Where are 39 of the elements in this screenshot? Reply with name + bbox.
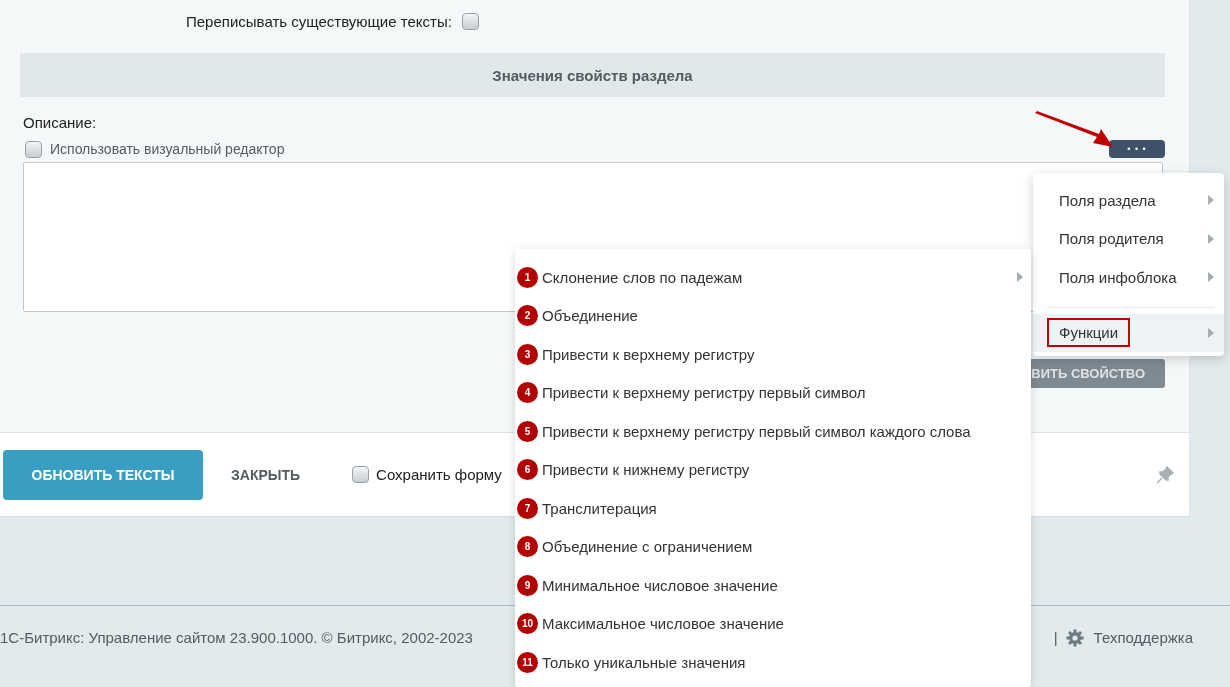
number-badge: 8: [517, 536, 538, 558]
section-header: Значения свойств раздела: [20, 53, 1165, 97]
checkbox[interactable]: [352, 466, 370, 483]
checkbox[interactable]: [25, 140, 42, 158]
menu-item[interactable]: 5 Привести к верхнему регистру первый символ каждого слова: [515, 412, 1031, 451]
support-link[interactable]: Техподдержка: [1093, 629, 1193, 646]
menu-item[interactable]: 1 Склонение слов по падежам: [515, 258, 1031, 297]
number-badge: 1: [517, 266, 538, 288]
number-badge: 9: [517, 574, 538, 596]
number-badge: 7: [517, 497, 538, 519]
more-button[interactable]: • • •: [1109, 140, 1165, 158]
menu-item[interactable]: Поля инфоблока: [1033, 258, 1224, 297]
menu-item[interactable]: 11 Только уникальные значения: [515, 643, 1031, 682]
menu-item[interactable]: 6 Привести к нижнему регистру: [515, 450, 1031, 489]
menu-item[interactable]: Функции: [1033, 313, 1224, 352]
checkbox-label: Сохранить форму: [376, 466, 502, 483]
number-badge: 11: [517, 651, 538, 673]
close-button[interactable]: ЗАКРЫТЬ: [221, 460, 311, 489]
pin-icon[interactable]: [1155, 464, 1175, 485]
number-badge: 4: [517, 382, 538, 404]
menu-item[interactable]: 9 Минимальное числовое значение: [515, 566, 1031, 605]
highlight-frame: Функции: [1047, 318, 1131, 348]
number-badge: 3: [517, 343, 538, 365]
number-badge: 10: [517, 613, 538, 635]
menu-item[interactable]: 7 Транслитерация: [515, 489, 1031, 528]
description-label: Описание:: [23, 114, 98, 131]
menu-item[interactable]: Поля родителя: [1033, 219, 1224, 258]
number-badge: 2: [517, 305, 538, 327]
copyright-text: 1С-Битрикс: Управление сайтом 23.900.1000. © Битрикс, 2002-2023: [0, 629, 473, 646]
number-badge: 5: [517, 420, 538, 442]
checkbox[interactable]: [461, 12, 479, 30]
number-badge: 6: [517, 459, 538, 481]
menu-item[interactable]: 2 Объединение: [515, 296, 1031, 335]
checkbox-label: Использовать визуальный редактор: [50, 141, 285, 157]
overwrite-label: Переписывать существующие тексты:: [186, 12, 452, 30]
menu-item[interactable]: 8 Объединение с ограничением: [515, 527, 1031, 566]
menu-item[interactable]: Поля раздела: [1033, 181, 1224, 220]
separator-text: |: [1053, 629, 1058, 646]
menu-item[interactable]: 10 Максимальное числовое значение: [515, 604, 1031, 643]
